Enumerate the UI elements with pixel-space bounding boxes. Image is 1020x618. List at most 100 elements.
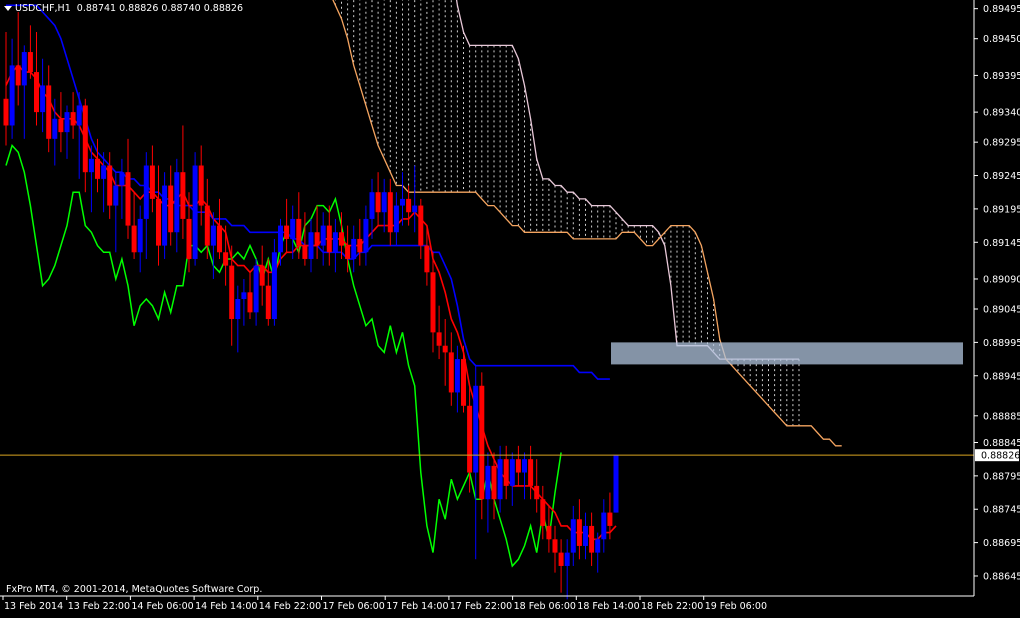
zone-rectangle: [611, 342, 963, 365]
candle-body: [131, 225, 137, 253]
candle-body: [259, 265, 265, 286]
candle-body: [271, 252, 277, 320]
candle-body: [528, 459, 534, 486]
candle-body: [570, 519, 576, 553]
candle-body: [9, 65, 15, 126]
candle-body: [95, 158, 100, 179]
candle-body: [265, 285, 271, 320]
candle-body: [375, 192, 381, 213]
y-tick-label: 0.89090: [983, 274, 1020, 285]
candle-body: [558, 552, 564, 566]
candle-body: [70, 112, 76, 126]
candle-body: [552, 539, 558, 553]
candle-body: [589, 525, 595, 553]
candle-body: [210, 225, 216, 246]
candle-body: [467, 405, 473, 473]
candle-body: [296, 218, 302, 246]
y-tick-label: 0.88695: [983, 538, 1020, 549]
x-tick-label: 17 Feb 22:00: [450, 601, 512, 612]
candle-body: [461, 359, 466, 406]
candle-body: [241, 292, 247, 299]
ichimoku-candlestick-chart[interactable]: 0.89495 0.89450 0.89395 0.89340 0.89295 0.892…: [0, 0, 1020, 614]
candle-body: [400, 198, 405, 206]
candle-body: [198, 165, 204, 206]
candle-body: [40, 85, 46, 113]
candle-body: [454, 359, 460, 393]
y-tick-label: 0.88995: [983, 338, 1020, 349]
candle-body: [503, 459, 509, 486]
candle-body: [339, 232, 344, 246]
candle-body: [101, 165, 107, 179]
candle-body: [576, 519, 582, 546]
candle-body: [64, 112, 70, 133]
candle-body: [235, 299, 241, 320]
candle-body: [393, 205, 399, 233]
candle-body: [168, 185, 174, 233]
x-tick-label: 17 Feb 06:00: [323, 601, 385, 612]
candle-body: [156, 198, 161, 246]
highlight-zone: [611, 342, 963, 365]
candle-body: [186, 218, 192, 259]
candle-body: [515, 459, 521, 473]
chart-header: USDCHF,H1 0.88741 0.88826 0.88740 0.8882…: [4, 3, 243, 14]
candle-body: [217, 225, 222, 253]
candle-body: [546, 525, 552, 540]
candle-body: [363, 218, 369, 253]
candle-body: [107, 165, 113, 206]
candle-body: [369, 192, 375, 219]
candle-body: [308, 232, 314, 259]
y-tick-label: 0.89195: [983, 204, 1020, 215]
x-tick-label: 18 Feb 14:00: [577, 601, 639, 612]
x-tick-label: 14 Feb 14:00: [195, 601, 257, 612]
candle-body: [357, 238, 363, 253]
candle-body: [76, 105, 82, 126]
candle-body: [406, 198, 412, 213]
candle-body: [3, 98, 9, 126]
candle-body: [613, 455, 619, 513]
candle-body: [320, 225, 326, 246]
candle-body: [418, 205, 424, 246]
copyright-text: FxPro MT4, © 2001-2014, MetaQuotes Softw…: [6, 584, 263, 595]
candle-body: [436, 332, 442, 346]
candle-body: [21, 52, 27, 86]
candle-body: [326, 225, 332, 253]
candle-body: [113, 185, 119, 206]
candle-body: [583, 525, 588, 546]
candle-body: [479, 385, 485, 500]
y-tick-label: 0.89340: [983, 108, 1020, 119]
candle-body: [424, 245, 430, 273]
candle-body: [534, 485, 540, 500]
candle-body: [162, 185, 168, 246]
x-tick-label: 14 Feb 22:00: [259, 601, 321, 612]
candle-body: [88, 158, 94, 173]
candle-body: [607, 512, 613, 526]
candle-body: [34, 72, 39, 113]
y-tick-label: 0.88945: [983, 371, 1020, 382]
x-tick-label: 18 Feb 22:00: [641, 601, 703, 612]
candle-body: [46, 85, 52, 139]
candle-body: [192, 165, 198, 259]
candle-body: [381, 192, 387, 213]
y-tick-label: 0.88795: [983, 471, 1020, 482]
candle-body: [491, 465, 497, 500]
y-tick-label: 0.89495: [983, 4, 1020, 15]
chevron-down-icon[interactable]: [4, 6, 12, 11]
candle-body: [442, 345, 448, 353]
candle-body: [82, 105, 88, 173]
x-tick-label: 17 Feb 14:00: [386, 601, 448, 612]
candle-body: [314, 232, 320, 246]
candle-body: [204, 205, 210, 246]
candle-body: [52, 118, 58, 139]
candle-body: [332, 232, 338, 253]
candle-body: [15, 65, 21, 86]
candle-body: [497, 459, 503, 500]
last-price-label: 0.88826: [981, 451, 1020, 462]
chart-canvas[interactable]: 0.89495 0.89450 0.89395 0.89340 0.89295 0.892…: [0, 0, 1020, 614]
y-tick-label: 0.89450: [983, 34, 1020, 45]
candle-body: [137, 218, 143, 253]
x-tick-label: 18 Feb 06:00: [514, 601, 576, 612]
x-tick-label: 14 Feb 06:00: [131, 601, 193, 612]
candle-body: [601, 512, 607, 540]
ohlc-values: 0.88741 0.88826 0.88740 0.88826: [76, 3, 243, 14]
candle-body: [278, 225, 283, 253]
